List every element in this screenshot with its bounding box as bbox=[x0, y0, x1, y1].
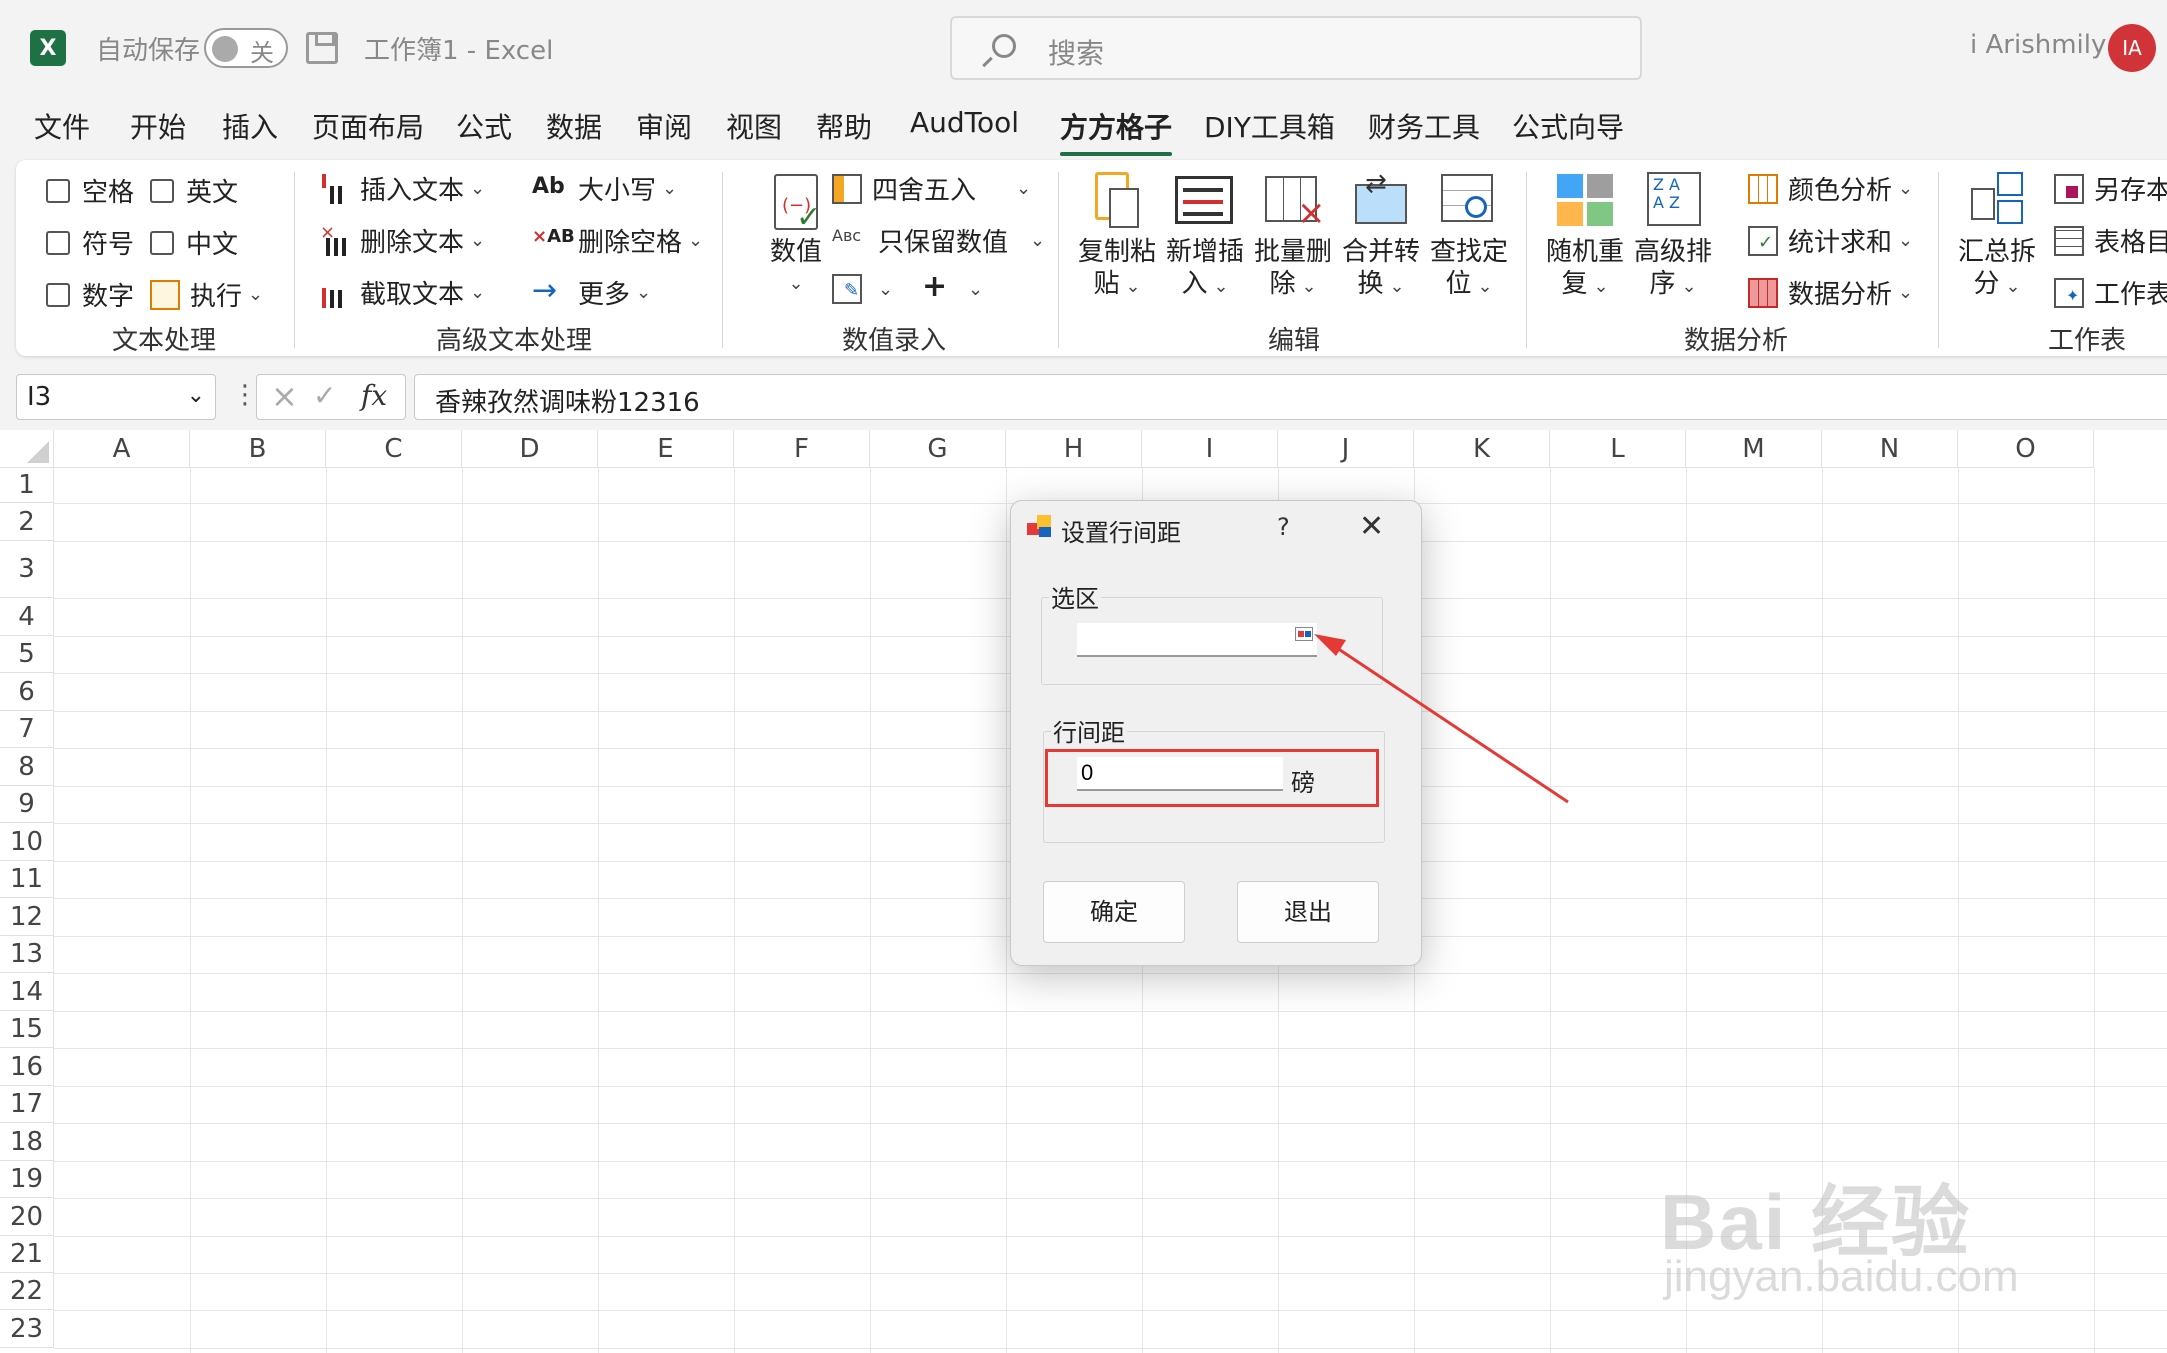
annotation-arrow bbox=[1314, 634, 1569, 804]
arrow-shaft bbox=[1333, 644, 1569, 804]
arrow-head bbox=[1314, 634, 1346, 656]
watermark-url: jingyan.baidu.com bbox=[1664, 1252, 2019, 1301]
